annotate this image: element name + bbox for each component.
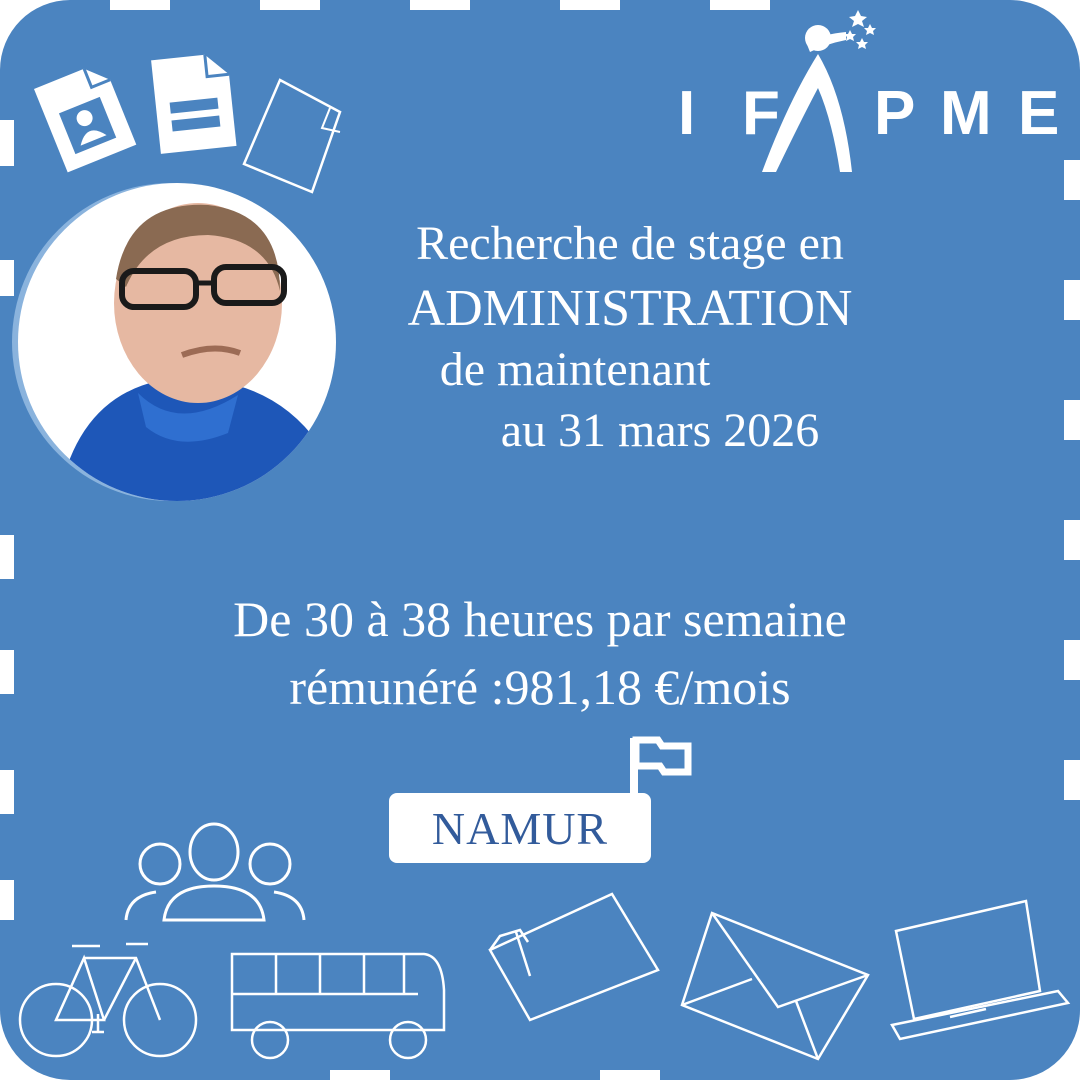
border-dash bbox=[1064, 520, 1080, 560]
headline-block: Recherche de stage en ADMINISTRATION de … bbox=[300, 212, 960, 464]
border-dash bbox=[1064, 640, 1080, 680]
border-dash bbox=[1064, 400, 1080, 440]
border-dash bbox=[0, 535, 14, 579]
border-dash bbox=[560, 0, 620, 10]
logo-figure-icon bbox=[748, 2, 878, 180]
location-badge: NAMUR bbox=[389, 793, 651, 863]
border-dash bbox=[600, 1070, 660, 1080]
bus-icon bbox=[228, 950, 453, 1065]
headline-line: Recherche de stage en bbox=[416, 217, 844, 270]
border-dash bbox=[1064, 160, 1080, 200]
bicycle-icon bbox=[18, 940, 198, 1065]
hours-text: De 30 à 38 heures par semaine bbox=[233, 591, 847, 647]
salary-text: rémunéré :981,18 €/mois bbox=[289, 659, 791, 715]
border-dash bbox=[0, 260, 14, 296]
id-card-document-icon bbox=[20, 55, 145, 180]
border-dash bbox=[1064, 760, 1080, 800]
flag-icon bbox=[624, 730, 694, 800]
envelope-icon bbox=[678, 905, 873, 1065]
border-dash bbox=[0, 120, 14, 166]
headline-line: de maintenant bbox=[439, 343, 711, 396]
headline-field: ADMINISTRATION bbox=[407, 280, 853, 337]
border-dash bbox=[1064, 280, 1080, 320]
poster-card: I F P M E Recherche de stage en ADMINIST… bbox=[0, 0, 1080, 1080]
border-dash bbox=[0, 880, 14, 920]
profile-photo bbox=[18, 183, 336, 501]
border-dash bbox=[410, 0, 470, 10]
border-dash bbox=[110, 0, 170, 10]
headline-date: au 31 mars 2026 bbox=[500, 404, 820, 457]
details-block: De 30 à 38 heures par semaine rémunéré :… bbox=[40, 585, 1040, 721]
border-dash bbox=[260, 0, 320, 10]
border-dash bbox=[330, 1070, 390, 1080]
form-document-icon bbox=[140, 50, 250, 160]
people-group-icon bbox=[120, 820, 310, 930]
folder-icon bbox=[482, 888, 662, 1023]
laptop-icon bbox=[890, 895, 1075, 1060]
border-dash bbox=[0, 770, 14, 814]
blank-document-icon bbox=[238, 72, 353, 202]
border-dash bbox=[0, 650, 14, 694]
